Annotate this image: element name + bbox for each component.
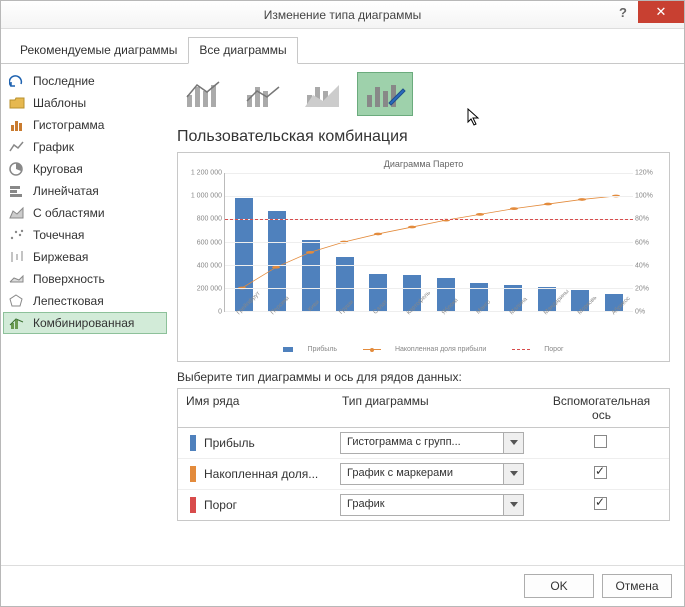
sidebar-item-line[interactable]: График [3, 136, 167, 158]
series-type-value: Гистограмма с групп... [341, 433, 503, 453]
sidebar-item-templates[interactable]: Шаблоны [3, 92, 167, 114]
stock-chart-icon [9, 250, 25, 264]
cancel-button[interactable]: Отмена [602, 574, 672, 598]
sidebar-item-surface[interactable]: Поверхность [3, 268, 167, 290]
sidebar-item-label: Точечная [33, 228, 84, 242]
dropdown-button[interactable] [503, 433, 523, 453]
area-chart-icon [9, 206, 25, 220]
secondary-axis-checkbox[interactable] [594, 466, 607, 479]
series-name: Порог [204, 498, 332, 512]
tab-recommended[interactable]: Рекомендуемые диаграммы [9, 37, 188, 63]
sidebar-item-label: График [33, 140, 74, 154]
subtype-row [177, 72, 670, 126]
sidebar-item-radar[interactable]: Лепестковая [3, 290, 167, 312]
series-table: Имя ряда Тип диаграммы Вспомогательная о… [177, 388, 670, 521]
sidebar-item-column[interactable]: Гистограмма [3, 114, 167, 136]
series-type-dropdown[interactable]: График с маркерами [340, 463, 524, 485]
subtype-stacked-area[interactable] [297, 72, 353, 116]
sidebar-item-scatter[interactable]: Точечная [3, 224, 167, 246]
subtype-clustered-line[interactable] [177, 72, 233, 116]
secondary-axis-checkbox[interactable] [594, 435, 607, 448]
col-header-name: Имя ряда [178, 389, 334, 427]
sidebar-item-label: Последние [33, 74, 95, 88]
series-type-dropdown[interactable]: Гистограмма с групп... [340, 432, 524, 454]
sidebar-item-pie[interactable]: Круговая [3, 158, 167, 180]
col-header-type: Тип диаграммы [334, 389, 534, 427]
sidebar-item-label: С областями [33, 206, 105, 220]
series-section-label: Выберите тип диаграммы и ось для рядов д… [177, 370, 670, 384]
sidebar-item-label: Лепестковая [33, 294, 104, 308]
series-rows: Прибыль Гистограмма с групп... Накопленн… [178, 428, 669, 520]
close-button[interactable]: ✕ [638, 1, 684, 23]
titlebar: Изменение типа диаграммы ? ✕ [1, 1, 684, 29]
series-type-dropdown[interactable]: График [340, 494, 524, 516]
line-chart-icon [9, 140, 25, 154]
sidebar-item-label: Комбинированная [33, 316, 134, 330]
subtype-stacked-line[interactable] [237, 72, 293, 116]
sidebar-item-label: Гистограмма [33, 118, 104, 132]
col-header-aux: Вспомогательная ось [534, 389, 669, 427]
subtype-title: Пользовательская комбинация [177, 128, 670, 146]
dialog-window: Изменение типа диаграммы ? ✕ Рекомендуем… [0, 0, 685, 607]
sidebar-item-recent[interactable]: Последние [3, 70, 167, 92]
sidebar-item-label: Круговая [33, 162, 83, 176]
preview-chart-title: Диаграмма Парето [188, 159, 659, 169]
series-type-value: График с маркерами [341, 464, 503, 484]
cursor-icon [467, 108, 481, 126]
pie-chart-icon [9, 162, 25, 176]
column-chart-icon [9, 118, 25, 132]
window-title: Изменение типа диаграммы [264, 8, 422, 22]
series-color-swatch [190, 497, 196, 513]
combo-chart-icon [9, 316, 25, 330]
sidebar-item-label: Линейчатая [33, 184, 99, 198]
series-color-swatch [190, 435, 196, 451]
sidebar-item-stock[interactable]: Биржевая [3, 246, 167, 268]
y-axis-primary: 0200 000400 000600 000800 0001 000 0001 … [188, 173, 222, 312]
series-type-value: График [341, 495, 503, 515]
dialog-footer: OK Отмена [1, 565, 684, 606]
series-row: Порог График [178, 489, 669, 520]
tab-all[interactable]: Все диаграммы [188, 37, 297, 64]
surface-chart-icon [9, 272, 25, 286]
recent-icon [9, 74, 25, 88]
series-row: Прибыль Гистограмма с групп... [178, 428, 669, 458]
sidebar-item-area[interactable]: С областями [3, 202, 167, 224]
dropdown-button[interactable] [503, 464, 523, 484]
y-axis-secondary: 0%20%40%60%80%100%120% [635, 173, 659, 312]
folder-icon [9, 96, 25, 110]
scatter-chart-icon [9, 228, 25, 242]
bar-chart-icon [9, 184, 25, 198]
secondary-axis-checkbox[interactable] [594, 497, 607, 510]
radar-chart-icon [9, 294, 25, 308]
chart-preview: Диаграмма Парето 0200 000400 000600 0008… [177, 152, 670, 362]
series-color-swatch [190, 466, 196, 482]
series-name: Накопленная доля... [204, 467, 332, 481]
series-name: Прибыль [204, 436, 332, 450]
tab-strip: Рекомендуемые диаграммы Все диаграммы [1, 33, 684, 64]
sidebar-item-label: Биржевая [33, 250, 88, 264]
sidebar-item-label: Поверхность [33, 272, 105, 286]
series-row: Накопленная доля... График с маркерами [178, 458, 669, 489]
ok-button[interactable]: OK [524, 574, 594, 598]
x-axis-labels: ГрейпфрутПерсикиКивиГрушиСалатКартофельЯ… [224, 312, 633, 332]
subtype-custom[interactable] [357, 72, 413, 116]
sidebar-item-combo[interactable]: Комбинированная [3, 312, 167, 334]
sidebar-item-bar[interactable]: Линейчатая [3, 180, 167, 202]
dropdown-button[interactable] [503, 495, 523, 515]
sidebar-item-label: Шаблоны [33, 96, 86, 110]
chart-legend: Прибыль Накопленная доля прибыли Порог [188, 346, 659, 353]
chart-category-sidebar: Последние Шаблоны Гистограмма График Кру… [1, 64, 169, 565]
help-button[interactable]: ? [608, 1, 638, 23]
